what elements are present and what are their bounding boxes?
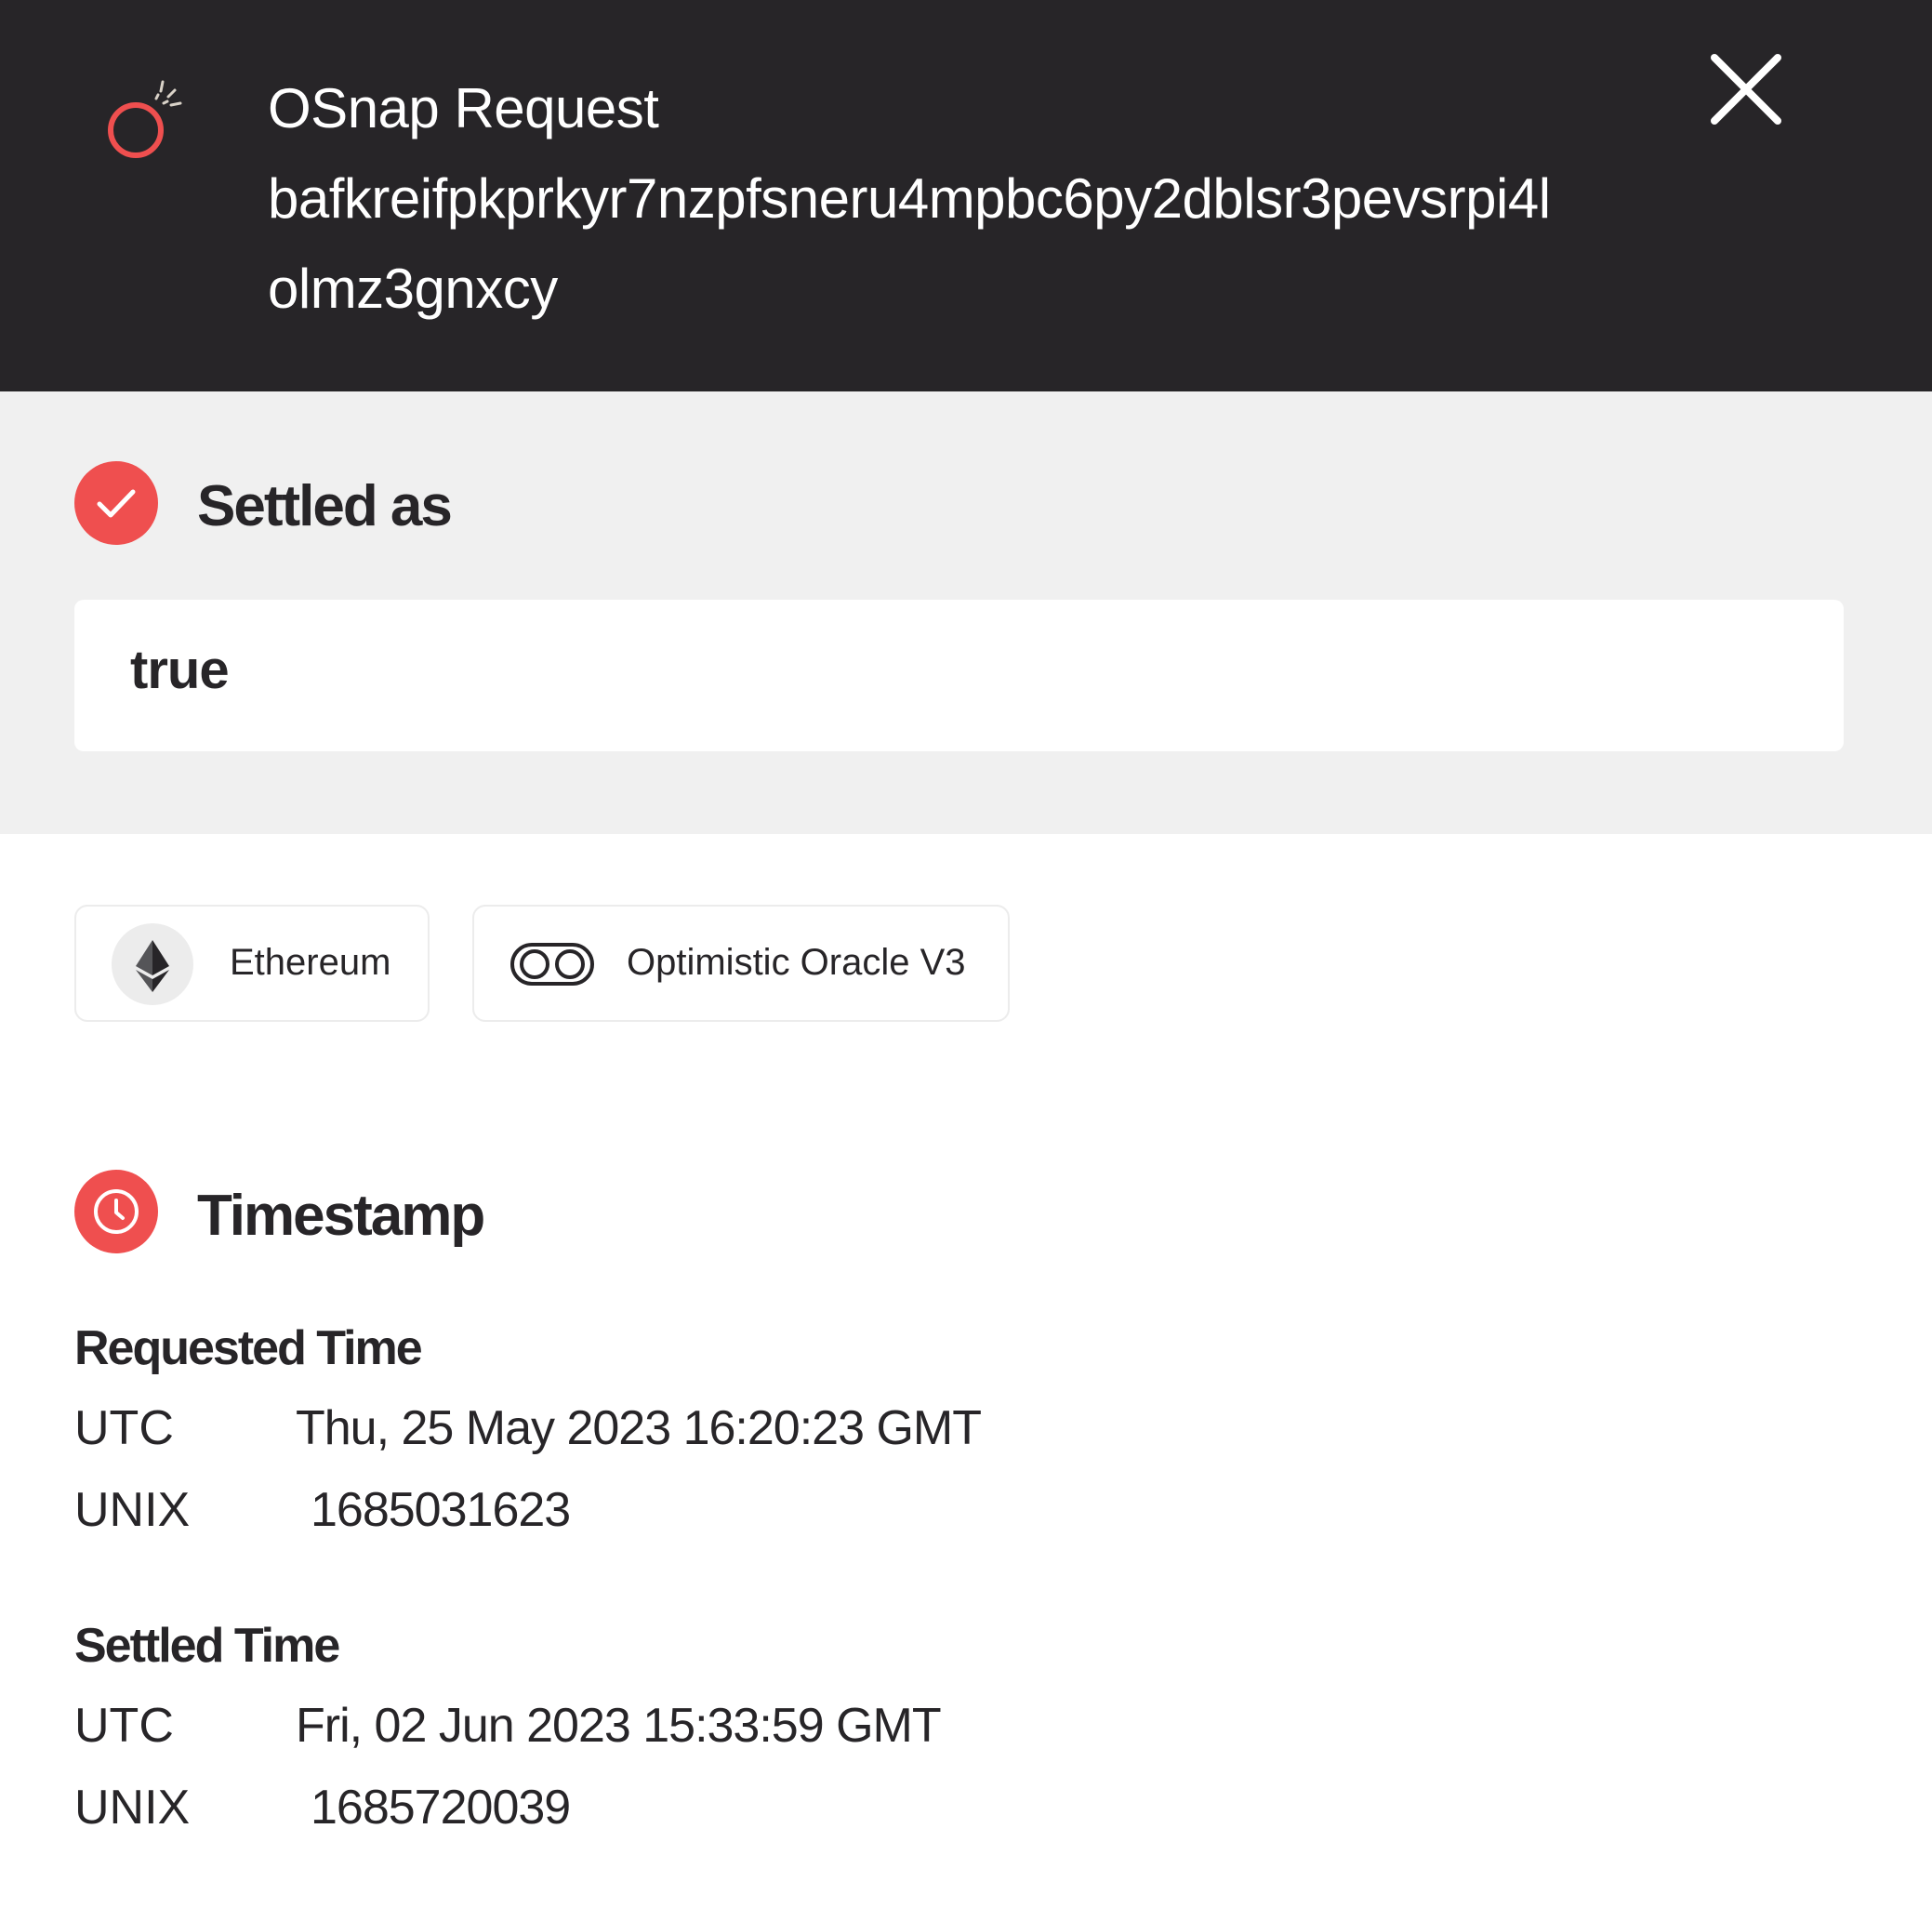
settled-utc-label: UTC [74,1699,174,1753]
oracle-icon [510,943,594,986]
requested-unix-value: 1685031623 [311,1483,571,1537]
settled-value-box: true [74,600,1844,751]
oracle-chip[interactable]: Optimistic Oracle V3 [472,905,1010,1022]
check-icon [74,461,158,545]
chain-chip[interactable]: Ethereum [74,905,430,1022]
oracle-label: Optimistic Oracle V3 [627,942,966,983]
requested-utc-value: Thu, 25 May 2023 16:20:23 GMT [296,1401,982,1455]
title-line-1: OSnap Request [268,77,659,139]
settled-utc-value: Fri, 02 Jun 2023 15:33:59 GMT [296,1699,942,1753]
chain-label: Ethereum [230,942,391,983]
settled-section: Settled as true [0,391,1932,834]
modal-header: OSnap Request bafkreifpkprkyr7nzpfsneru4… [0,0,1932,391]
settled-heading: Settled as [197,474,453,538]
requested-time-heading: Requested Time [74,1321,423,1375]
request-id-line-2: olmz3gnxcy [268,258,558,320]
requested-unix-label: UNIX [74,1483,191,1537]
timestamp-heading: Timestamp [197,1184,485,1248]
osnap-logo-icon [108,80,182,158]
modal-title: OSnap Request bafkreifpkprkyr7nzpfsneru4… [268,63,1681,334]
settled-time-heading: Settled Time [74,1619,340,1673]
close-icon[interactable] [1709,52,1783,126]
requested-utc-label: UTC [74,1401,174,1455]
clock-icon [74,1170,158,1253]
settled-unix-label: UNIX [74,1781,191,1835]
settled-unix-value: 1685720039 [311,1781,571,1835]
request-id-line-1: bafkreifpkprkyr7nzpfsneru4mpbc6py2dblsr3… [268,167,1551,230]
settled-value: true [130,640,230,700]
ethereum-icon [112,923,193,1005]
